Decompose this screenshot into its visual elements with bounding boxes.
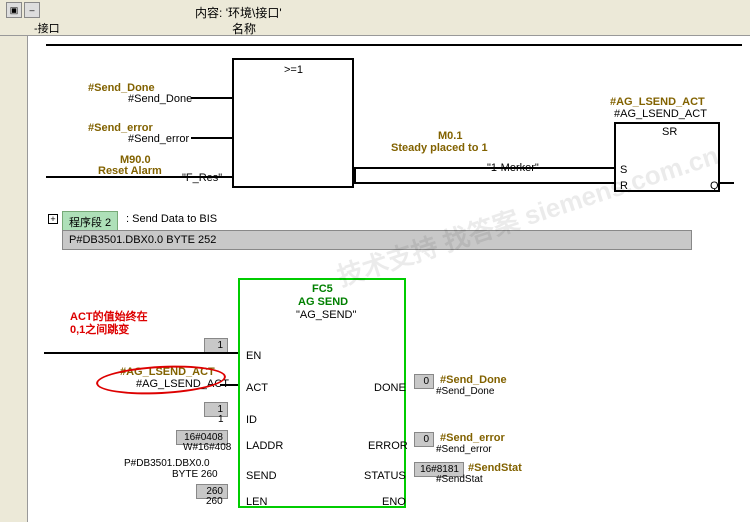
network-title: : Send Data to BIS bbox=[126, 213, 217, 225]
collapse-icon[interactable]: – bbox=[24, 2, 40, 18]
expand-icon[interactable]: + bbox=[48, 214, 58, 224]
reset-alarm-label: Reset Alarm bbox=[98, 165, 162, 177]
laddr-text: W#16#408 bbox=[183, 442, 231, 453]
content-label: 内容: '环境\接口' bbox=[195, 4, 282, 21]
pin-error: ERROR bbox=[368, 440, 408, 452]
wire bbox=[44, 352, 238, 354]
done-symbol: #Send_Done bbox=[436, 386, 494, 397]
wire bbox=[354, 167, 356, 184]
sr-label: SR bbox=[662, 126, 677, 138]
tree-icon[interactable]: ▣ bbox=[6, 2, 22, 18]
annot-line2: 0,1之间跳变 bbox=[70, 321, 129, 337]
send-done-symbol: #Send_Done bbox=[128, 93, 192, 105]
pin-laddr: LADDR bbox=[246, 440, 283, 452]
ladder-canvas[interactable]: #Send_Done #Send_Done #Send_error #Send_… bbox=[28, 36, 750, 522]
send-text1: P#DB3501.DBX0.0 bbox=[124, 458, 210, 469]
sr-r-pin: R bbox=[620, 180, 628, 192]
pin-id: ID bbox=[246, 414, 257, 426]
annotation-ring bbox=[95, 363, 226, 398]
fc5-comment: AG SEND bbox=[298, 296, 348, 308]
or-gate-block[interactable]: >=1 bbox=[232, 58, 354, 188]
divider bbox=[46, 44, 742, 46]
en-val: 1 bbox=[204, 338, 228, 353]
toolbar: ▣ – -接口 内容: '环境\接口' 名称 bbox=[0, 0, 750, 36]
error-symbol: #Send_error bbox=[436, 444, 492, 455]
send-text2: BYTE 260 bbox=[172, 469, 218, 480]
error-val: 0 bbox=[414, 432, 434, 447]
id-val: 1 bbox=[204, 402, 228, 417]
fc5-name: FC5 bbox=[312, 283, 333, 295]
sr-q-pin: Q bbox=[710, 180, 719, 192]
wire bbox=[191, 137, 232, 139]
name-label: 名称 bbox=[232, 20, 256, 37]
pin-send: SEND bbox=[246, 470, 277, 482]
m01-comment: Steady placed to 1 bbox=[391, 142, 488, 154]
pin-eno: ENO bbox=[382, 496, 406, 508]
toolbar-path: -接口 bbox=[34, 20, 60, 36]
m01-label: M0.1 bbox=[438, 130, 462, 142]
pin-act: ACT bbox=[246, 382, 268, 394]
id-text: 1 bbox=[218, 414, 224, 425]
m01-symbol: "1-Merker" bbox=[487, 162, 539, 174]
sr-s-pin: S bbox=[620, 164, 627, 176]
pin-done: DONE bbox=[374, 382, 406, 394]
send-error-symbol: #Send_error bbox=[128, 133, 189, 145]
sr-title-comment: #AG_LSEND_ACT bbox=[610, 96, 705, 108]
pin-len: LEN bbox=[246, 496, 267, 508]
done-comment: #Send_Done bbox=[440, 374, 507, 386]
pin-en: EN bbox=[246, 350, 261, 362]
status-symbol: #SendStat bbox=[436, 474, 483, 485]
pin-status: STATUS bbox=[364, 470, 406, 482]
wire bbox=[354, 167, 614, 169]
wire bbox=[191, 97, 232, 99]
error-comment: #Send_error bbox=[440, 432, 505, 444]
sr-block[interactable]: SR S R Q bbox=[614, 122, 720, 192]
sr-title-symbol: #AG_LSEND_ACT bbox=[614, 108, 707, 120]
fc5-block[interactable]: FC5 AG SEND "AG_SEND" EN ACT ID LADDR SE… bbox=[238, 278, 406, 508]
status-comment: #SendStat bbox=[468, 462, 522, 474]
len-text: 260 bbox=[206, 496, 223, 507]
or-gate-label: >=1 bbox=[284, 64, 303, 76]
left-rail bbox=[0, 36, 28, 522]
wire bbox=[354, 182, 614, 184]
network-comment[interactable]: P#DB3501.DBX0.0 BYTE 252 bbox=[62, 230, 692, 250]
f-res-label: "F_Res" bbox=[182, 172, 222, 184]
fc5-symbol: "AG_SEND" bbox=[296, 309, 356, 321]
toolbar-icons: ▣ – bbox=[6, 2, 40, 18]
wire bbox=[720, 182, 734, 184]
wire bbox=[220, 384, 238, 386]
content-path: '环境\接口' bbox=[226, 6, 282, 20]
done-val: 0 bbox=[414, 374, 434, 389]
content-label-text: 内容: bbox=[195, 6, 222, 20]
